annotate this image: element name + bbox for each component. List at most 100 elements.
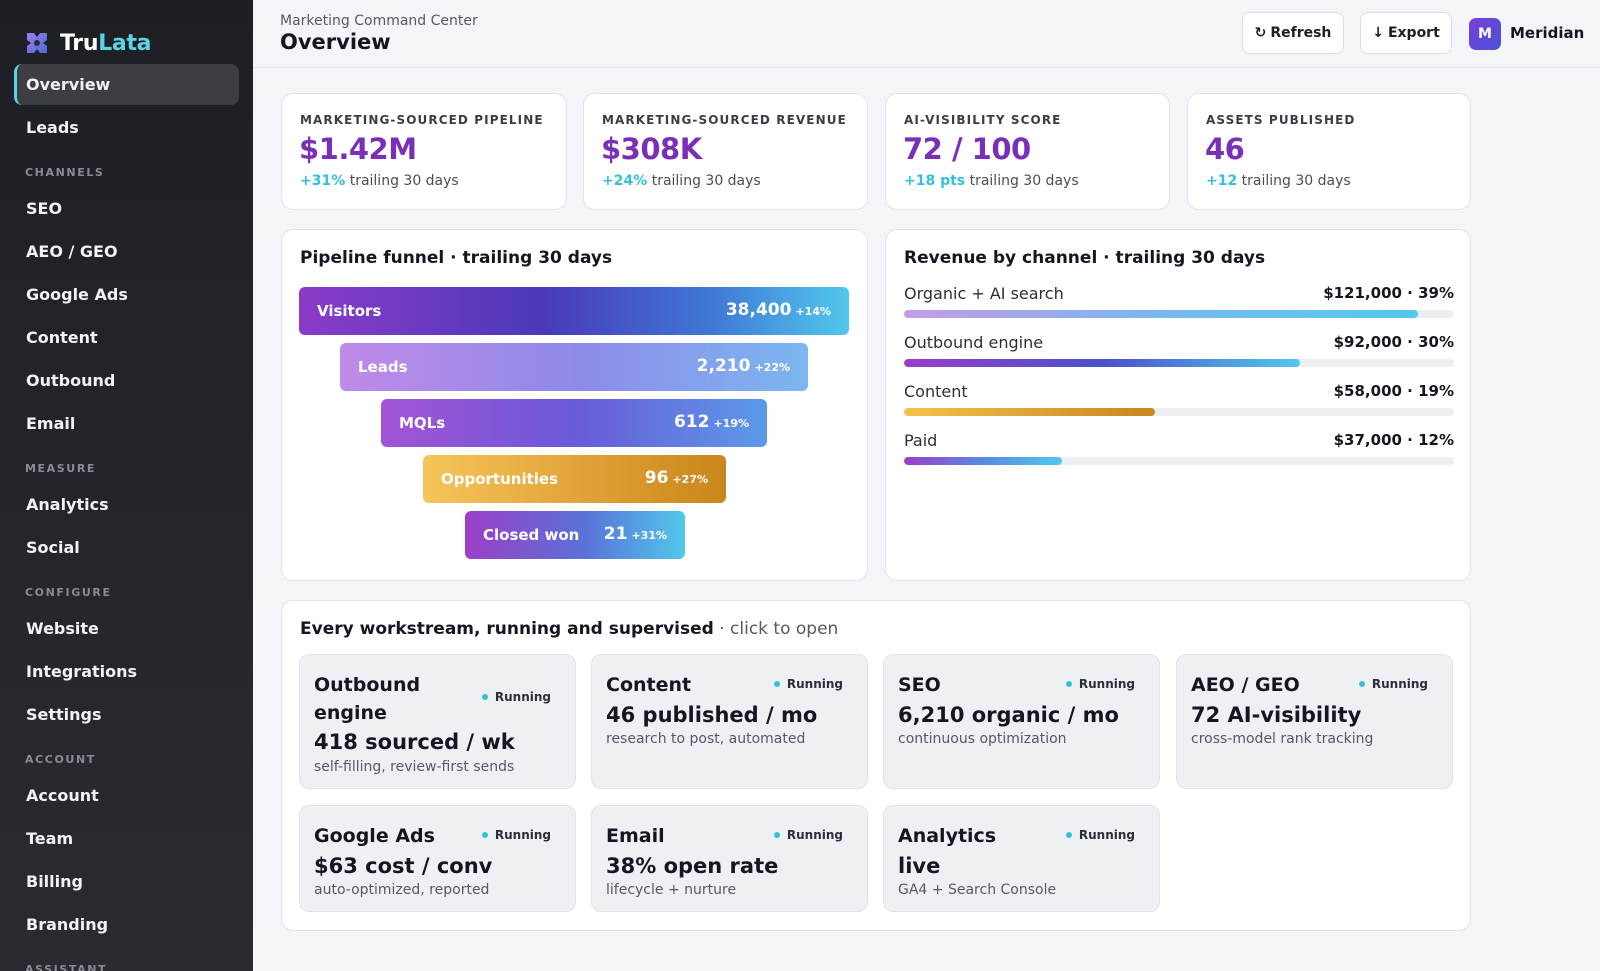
workstream-metric: 72 AI-visibility — [1191, 703, 1362, 727]
kpi-period: trailing 30 days — [651, 173, 761, 189]
revenue-bar-fill — [904, 359, 1300, 367]
user-name[interactable]: Meridian — [1510, 24, 1584, 42]
funnel-value: 21 — [603, 524, 628, 544]
workstream-card-email[interactable]: Email Running 38% open rate lifecycle + … — [591, 805, 868, 912]
revenue-bar-fill — [904, 408, 1156, 416]
sidebar-item-billing[interactable]: Billing — [14, 861, 239, 902]
funnel-delta: +31% — [631, 529, 667, 542]
kpi-label: MARKETING-SOURCED PIPELINE — [300, 113, 544, 127]
kpi-label: MARKETING-SOURCED REVENUE — [602, 113, 847, 127]
funnel-stage-mqls[interactable]: MQLs 612 +19% — [381, 399, 767, 447]
funnel-delta: +14% — [795, 305, 831, 318]
sidebar-item-google-ads[interactable]: Google Ads — [14, 274, 239, 315]
workstream-metric: 418 sourced / wk — [314, 730, 515, 754]
workstream-card-google-ads[interactable]: Google Ads Running $63 cost / conv auto-… — [299, 805, 576, 912]
revenue-channel-amount: $121,000 · 39% — [1323, 284, 1454, 302]
sidebar-item-account[interactable]: Account — [14, 775, 239, 816]
sidebar-item-analytics[interactable]: Analytics — [14, 484, 239, 525]
workstream-description: auto-optimized, reported — [314, 882, 490, 898]
funnel-value: 96 — [644, 468, 669, 488]
funnel-stage-value: 612 +19% — [674, 412, 749, 432]
sidebar-section-configure: CONFIGURE — [25, 586, 112, 599]
workstream-title: Google Ads — [314, 825, 435, 847]
workstreams-hint: · click to open — [713, 619, 839, 639]
status-label: Running — [1078, 677, 1135, 691]
brand[interactable]: TruLata — [0, 0, 253, 64]
funnel-stage-closed-won[interactable]: Closed won 21 +31% — [465, 511, 685, 559]
revenue-row-paid[interactable]: Paid $37,000 · 12% — [904, 431, 1454, 471]
funnel-stage-label: Visitors — [317, 302, 382, 320]
kpi-value: 72 / 100 — [903, 132, 1031, 166]
funnel-stage-leads[interactable]: Leads 2,210 +22% — [340, 343, 808, 391]
avatar[interactable]: M — [1469, 18, 1501, 50]
kpi-period: trailing 30 days — [349, 173, 459, 189]
sidebar-item-seo[interactable]: SEO — [14, 188, 239, 229]
workstream-title: AEO / GEO — [1191, 674, 1300, 696]
status-label: Running — [786, 828, 843, 842]
sidebar-item-website[interactable]: Website — [14, 608, 239, 649]
revenue-channel-amount: $92,000 · 30% — [1333, 333, 1454, 351]
sidebar-item-content[interactable]: Content — [14, 317, 239, 358]
status-badge: Running — [1065, 677, 1135, 691]
export-label: Export — [1387, 25, 1440, 41]
workstream-description: lifecycle + nurture — [606, 882, 737, 898]
kpi-card-pipeline: MARKETING-SOURCED PIPELINE $1.42M +31% t… — [281, 93, 567, 210]
kpi-delta: +31% — [300, 173, 346, 189]
workstream-card-outbound[interactable]: Outbound engine Running 418 sourced / wk… — [299, 654, 576, 789]
status-label: Running — [1078, 828, 1135, 842]
panel-title: Pipeline funnel · trailing 30 days — [300, 248, 613, 268]
sidebar-item-team[interactable]: Team — [14, 818, 239, 859]
workstream-metric: 46 published / mo — [606, 703, 818, 727]
status-label: Running — [494, 690, 551, 704]
kpi-delta: +12 — [1206, 173, 1238, 189]
sidebar-item-settings[interactable]: Settings — [14, 694, 239, 735]
revenue-bar-fill — [904, 457, 1063, 465]
sidebar-item-branding[interactable]: Branding — [14, 904, 239, 945]
revenue-row-content[interactable]: Content $58,000 · 19% — [904, 382, 1454, 422]
sidebar-item-leads[interactable]: Leads — [14, 107, 239, 148]
status-dot-icon — [773, 832, 780, 838]
funnel-delta: +22% — [754, 361, 790, 374]
revenue-row-outbound[interactable]: Outbound engine $92,000 · 30% — [904, 333, 1454, 373]
kpi-card-ai-visibility: AI-VISIBILITY SCORE 72 / 100 +18 pts tra… — [885, 93, 1170, 210]
workstream-description: cross-model rank tracking — [1191, 731, 1374, 747]
refresh-button[interactable]: ↻ Refresh — [1242, 12, 1344, 54]
kpi-label: ASSETS PUBLISHED — [1206, 113, 1356, 127]
funnel-stage-label: Opportunities — [441, 470, 559, 488]
revenue-by-channel-panel: Revenue by channel · trailing 30 days Or… — [885, 229, 1471, 581]
sidebar-item-email[interactable]: Email — [14, 403, 239, 444]
sidebar-item-social[interactable]: Social — [14, 527, 239, 568]
funnel-delta: +19% — [713, 417, 749, 430]
kpi-subtext: +18 pts trailing 30 days — [904, 173, 1079, 189]
funnel-stage-opportunities[interactable]: Opportunities 96 +27% — [423, 455, 726, 503]
sidebar: TruLata Overview Leads CHANNELS SEO AEO … — [0, 0, 253, 971]
sidebar-item-integrations[interactable]: Integrations — [14, 651, 239, 692]
status-dot-icon — [1065, 832, 1072, 838]
sidebar-item-outbound[interactable]: Outbound — [14, 360, 239, 401]
workstream-description: continuous optimization — [898, 731, 1067, 747]
kpi-label: AI-VISIBILITY SCORE — [904, 113, 1062, 127]
revenue-row-organic[interactable]: Organic + AI search $121,000 · 39% — [904, 284, 1454, 324]
sidebar-item-overview[interactable]: Overview — [14, 64, 239, 105]
revenue-bar-track — [904, 359, 1454, 367]
refresh-label: Refresh — [1270, 25, 1332, 41]
kpi-card-revenue: MARKETING-SOURCED REVENUE $308K +24% tra… — [583, 93, 868, 210]
status-label: Running — [494, 828, 551, 842]
revenue-channel-name: Organic + AI search — [904, 284, 1064, 303]
status-badge: Running — [481, 828, 551, 842]
revenue-bar-track — [904, 408, 1454, 416]
funnel-stage-visitors[interactable]: Visitors 38,400 +14% — [299, 287, 849, 335]
workstream-card-seo[interactable]: SEO Running 6,210 organic / mo continuou… — [883, 654, 1160, 789]
workstream-card-aeo-geo[interactable]: AEO / GEO Running 72 AI-visibility cross… — [1176, 654, 1453, 789]
workstream-title: Email — [606, 825, 665, 847]
workstream-card-analytics[interactable]: Analytics Running live GA4 + Search Cons… — [883, 805, 1160, 912]
sidebar-item-aeo-geo[interactable]: AEO / GEO — [14, 231, 239, 272]
status-label: Running — [1371, 677, 1428, 691]
page-title: Overview — [280, 30, 391, 54]
top-bar: Marketing Command Center Overview ↻ Refr… — [253, 0, 1600, 68]
status-badge: Running — [773, 677, 843, 691]
breadcrumb: Marketing Command Center — [280, 13, 478, 29]
workstream-card-content[interactable]: Content Running 46 published / mo resear… — [591, 654, 868, 789]
export-button[interactable]: ↓ Export — [1360, 12, 1452, 54]
revenue-channel-amount: $58,000 · 19% — [1333, 382, 1454, 400]
